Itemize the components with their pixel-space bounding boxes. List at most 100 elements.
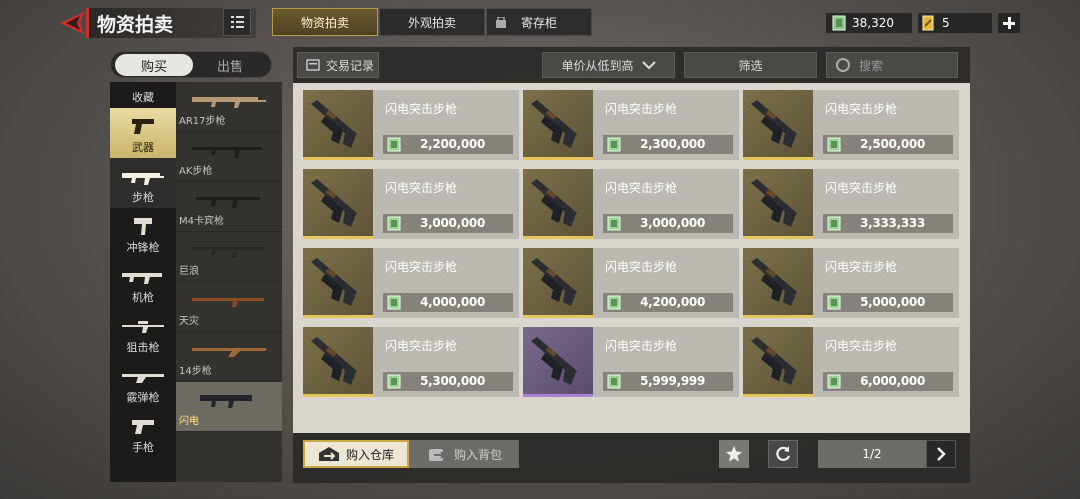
cash-icon [827,216,841,231]
shotgun-icon [122,374,164,383]
category-rifles[interactable]: 步枪 [110,158,176,208]
subtype-item[interactable]: 14步枪 [176,332,282,382]
item-thumbnail [743,90,813,160]
item-card[interactable]: 闪电突击步枪 2,500,000 [743,90,959,160]
cash-icon [607,216,621,231]
assault-rifle-icon [311,100,357,148]
item-card[interactable]: 闪电突击步枪 6,000,000 [743,327,959,397]
category-handgun[interactable]: 手枪 [110,408,176,458]
subtype-label: M4卡宾枪 [179,216,224,227]
shandian-rifle-icon [200,395,252,408]
subtype-label: 14步枪 [179,366,212,377]
buy-tab[interactable]: 购买 [115,54,193,76]
locker-icon [496,17,506,28]
item-name: 闪电突击步枪 [605,102,678,116]
item-card[interactable]: 闪电突击步枪 5,999,999 [523,327,739,397]
assault-rifle-icon [311,258,357,306]
item-name: 闪电突击步枪 [385,260,458,274]
ar17-rifle-icon [192,97,266,108]
subtype-item[interactable]: 天灾 [176,282,282,332]
subtype-item[interactable]: 巨浪 [176,232,282,282]
item-card[interactable]: 闪电突击步枪 2,200,000 [303,90,519,160]
item-price-bar: 6,000,000 [823,372,953,391]
category-label: 手枪 [132,441,154,454]
tab-supply-auction[interactable]: 物资拍卖 [272,8,378,36]
category-machine-gun[interactable]: 机枪 [110,258,176,308]
buy-to-backpack-button[interactable]: 购入背包 [409,440,519,468]
sort-dropdown[interactable]: 单价从低到高 [542,52,675,78]
back-arrow-icon[interactable] [58,10,88,36]
favorite-button[interactable] [719,440,749,468]
add-currency-button[interactable] [998,13,1020,33]
star-icon [726,446,742,462]
trade-history-button[interactable]: 交易记录 [297,52,379,78]
category-weapons[interactable]: 武器 [110,108,176,158]
tab-skin-auction[interactable]: 外观拍卖 [379,8,485,36]
category-melee[interactable] [110,458,176,482]
item-thumbnail [743,169,813,239]
tab-locker-label: 寄存柜 [520,15,557,30]
item-thumbnail [303,248,373,318]
category-sniper[interactable]: 狙击枪 [110,308,176,358]
ticket-icon [922,15,934,31]
item-card[interactable]: 闪电突击步枪 5,000,000 [743,248,959,318]
category-label: 狙击枪 [126,341,160,354]
refresh-button[interactable] [768,440,798,468]
item-card[interactable]: 闪电突击步枪 3,333,333 [743,169,959,239]
item-price: 5,000,000 [860,295,925,309]
item-thumbnail [303,169,373,239]
ak-rifle-icon [192,147,262,158]
item-card[interactable]: 闪电突击步枪 4,200,000 [523,248,739,318]
tab-locker[interactable]: 寄存柜 [486,8,592,36]
item-card[interactable]: 闪电突击步枪 3,000,000 [523,169,739,239]
item-price: 2,200,000 [420,137,485,151]
item-price: 5,999,999 [640,374,705,388]
item-card[interactable]: 闪电突击步枪 2,300,000 [523,90,739,160]
item-card[interactable]: 闪电突击步枪 3,000,000 [303,169,519,239]
item-name: 闪电突击步枪 [385,181,458,195]
tab-skin-auction-label: 外观拍卖 [407,15,456,30]
item-name: 闪电突击步枪 [605,339,678,353]
top-bar: 物资拍卖 物资拍卖 外观拍卖 寄存柜 38,320 5 [0,0,1080,44]
category-shotgun[interactable]: 霰弹枪 [110,358,176,408]
item-name: 闪电突击步枪 [605,260,678,274]
subtype-item[interactable]: AR17步枪 [176,82,282,132]
subtype-item-selected[interactable]: 闪电 [176,382,282,432]
item-name: 闪电突击步枪 [825,102,898,116]
subtype-item[interactable]: AK步枪 [176,132,282,182]
plus-icon [1003,17,1015,29]
item-card[interactable]: 闪电突击步枪 4,000,000 [303,248,519,318]
filter-label: 筛选 [738,58,763,73]
knife-icon [120,481,166,482]
assault-rifle-icon [531,179,577,227]
buy-to-warehouse-button[interactable]: 购入仓库 [303,440,409,468]
item-price-bar: 2,500,000 [823,135,953,154]
item-price-bar: 5,300,000 [383,372,513,391]
category-smg[interactable]: 冲锋枪 [110,208,176,258]
next-page-button[interactable] [926,440,956,468]
sell-tab[interactable]: 出售 [191,54,269,76]
cash-icon [607,137,621,152]
cash-icon [607,295,621,310]
filter-button[interactable]: 筛选 [684,52,817,78]
m4-carbine-icon [196,197,260,208]
item-thumbnail [743,248,813,318]
smg-icon [134,218,152,235]
item-thumbnail [523,248,593,318]
subtype-label: AR17步枪 [179,116,226,127]
category-list: 收藏 武器 步枪 冲锋枪 机枪 狙击枪 霰弹枪 手枪 [110,82,176,482]
subtype-label: AK步枪 [179,166,213,177]
item-price: 3,000,000 [640,216,705,230]
item-name: 闪电突击步枪 [825,260,898,274]
item-price: 2,500,000 [860,137,925,151]
item-name: 闪电突击步枪 [605,181,678,195]
item-price: 5,300,000 [420,374,485,388]
history-icon [306,59,320,71]
machine-gun-icon [122,273,162,284]
subtype-item[interactable]: M4卡宾枪 [176,182,282,232]
menu-button[interactable] [223,8,251,36]
item-card[interactable]: 闪电突击步枪 5,300,000 [303,327,519,397]
category-favorites[interactable]: 收藏 [110,82,176,108]
search-input[interactable]: 搜索 [826,52,958,78]
chevron-down-icon [641,61,656,70]
